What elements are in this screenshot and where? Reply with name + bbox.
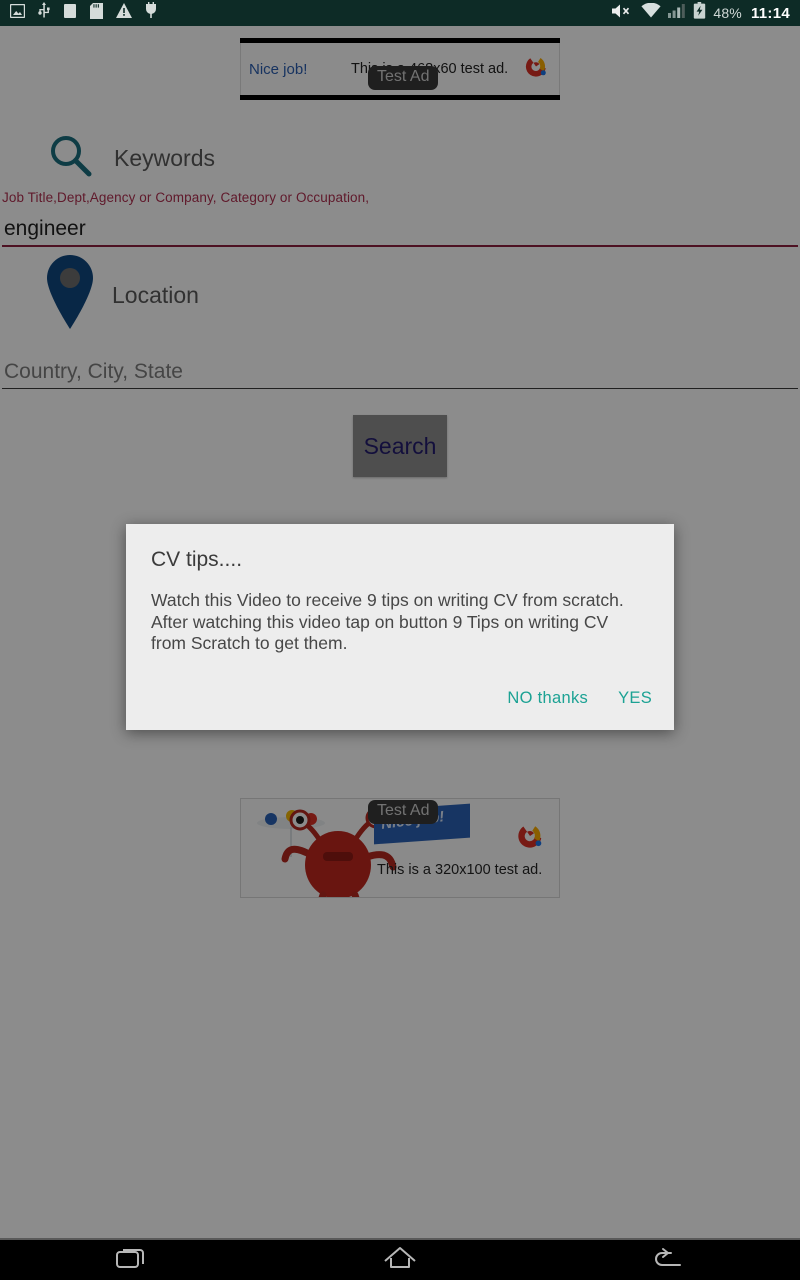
status-bar: 48% 11:14 bbox=[0, 0, 800, 26]
home-button[interactable] bbox=[340, 1240, 460, 1280]
dialog-message: Watch this Video to receive 9 tips on wr… bbox=[151, 590, 624, 653]
wifi-icon bbox=[641, 2, 661, 23]
usb-icon bbox=[38, 2, 50, 24]
warning-icon bbox=[116, 3, 132, 23]
signal-icon bbox=[668, 3, 686, 23]
sdcard-icon bbox=[90, 2, 103, 24]
back-icon bbox=[650, 1245, 684, 1276]
cv-tips-dialog: CV tips.... Watch this Video to receive … bbox=[126, 524, 674, 730]
sdcard-blank-icon bbox=[63, 3, 77, 24]
dialog-actions: NO thanks YES bbox=[505, 685, 654, 712]
status-bar-right-icons: 48% 11:14 bbox=[612, 2, 790, 24]
dialog-title: CV tips.... bbox=[151, 548, 243, 571]
android-navigation-bar bbox=[0, 1240, 800, 1280]
volume-mute-icon bbox=[612, 3, 634, 24]
status-bar-left-icons bbox=[9, 2, 157, 24]
home-icon bbox=[383, 1245, 417, 1276]
dialog-no-thanks-button[interactable]: NO thanks bbox=[505, 685, 590, 712]
battery-charging-icon bbox=[693, 2, 706, 24]
navbar-separator bbox=[0, 1238, 800, 1240]
battery-percent: 48% bbox=[713, 5, 742, 21]
usb-plug-icon bbox=[145, 2, 157, 24]
recents-icon bbox=[116, 1245, 150, 1276]
image-icon bbox=[9, 3, 26, 23]
dialog-yes-button[interactable]: YES bbox=[616, 685, 654, 712]
status-clock: 11:14 bbox=[750, 4, 790, 22]
back-button[interactable] bbox=[607, 1240, 727, 1280]
recents-button[interactable] bbox=[73, 1240, 193, 1280]
